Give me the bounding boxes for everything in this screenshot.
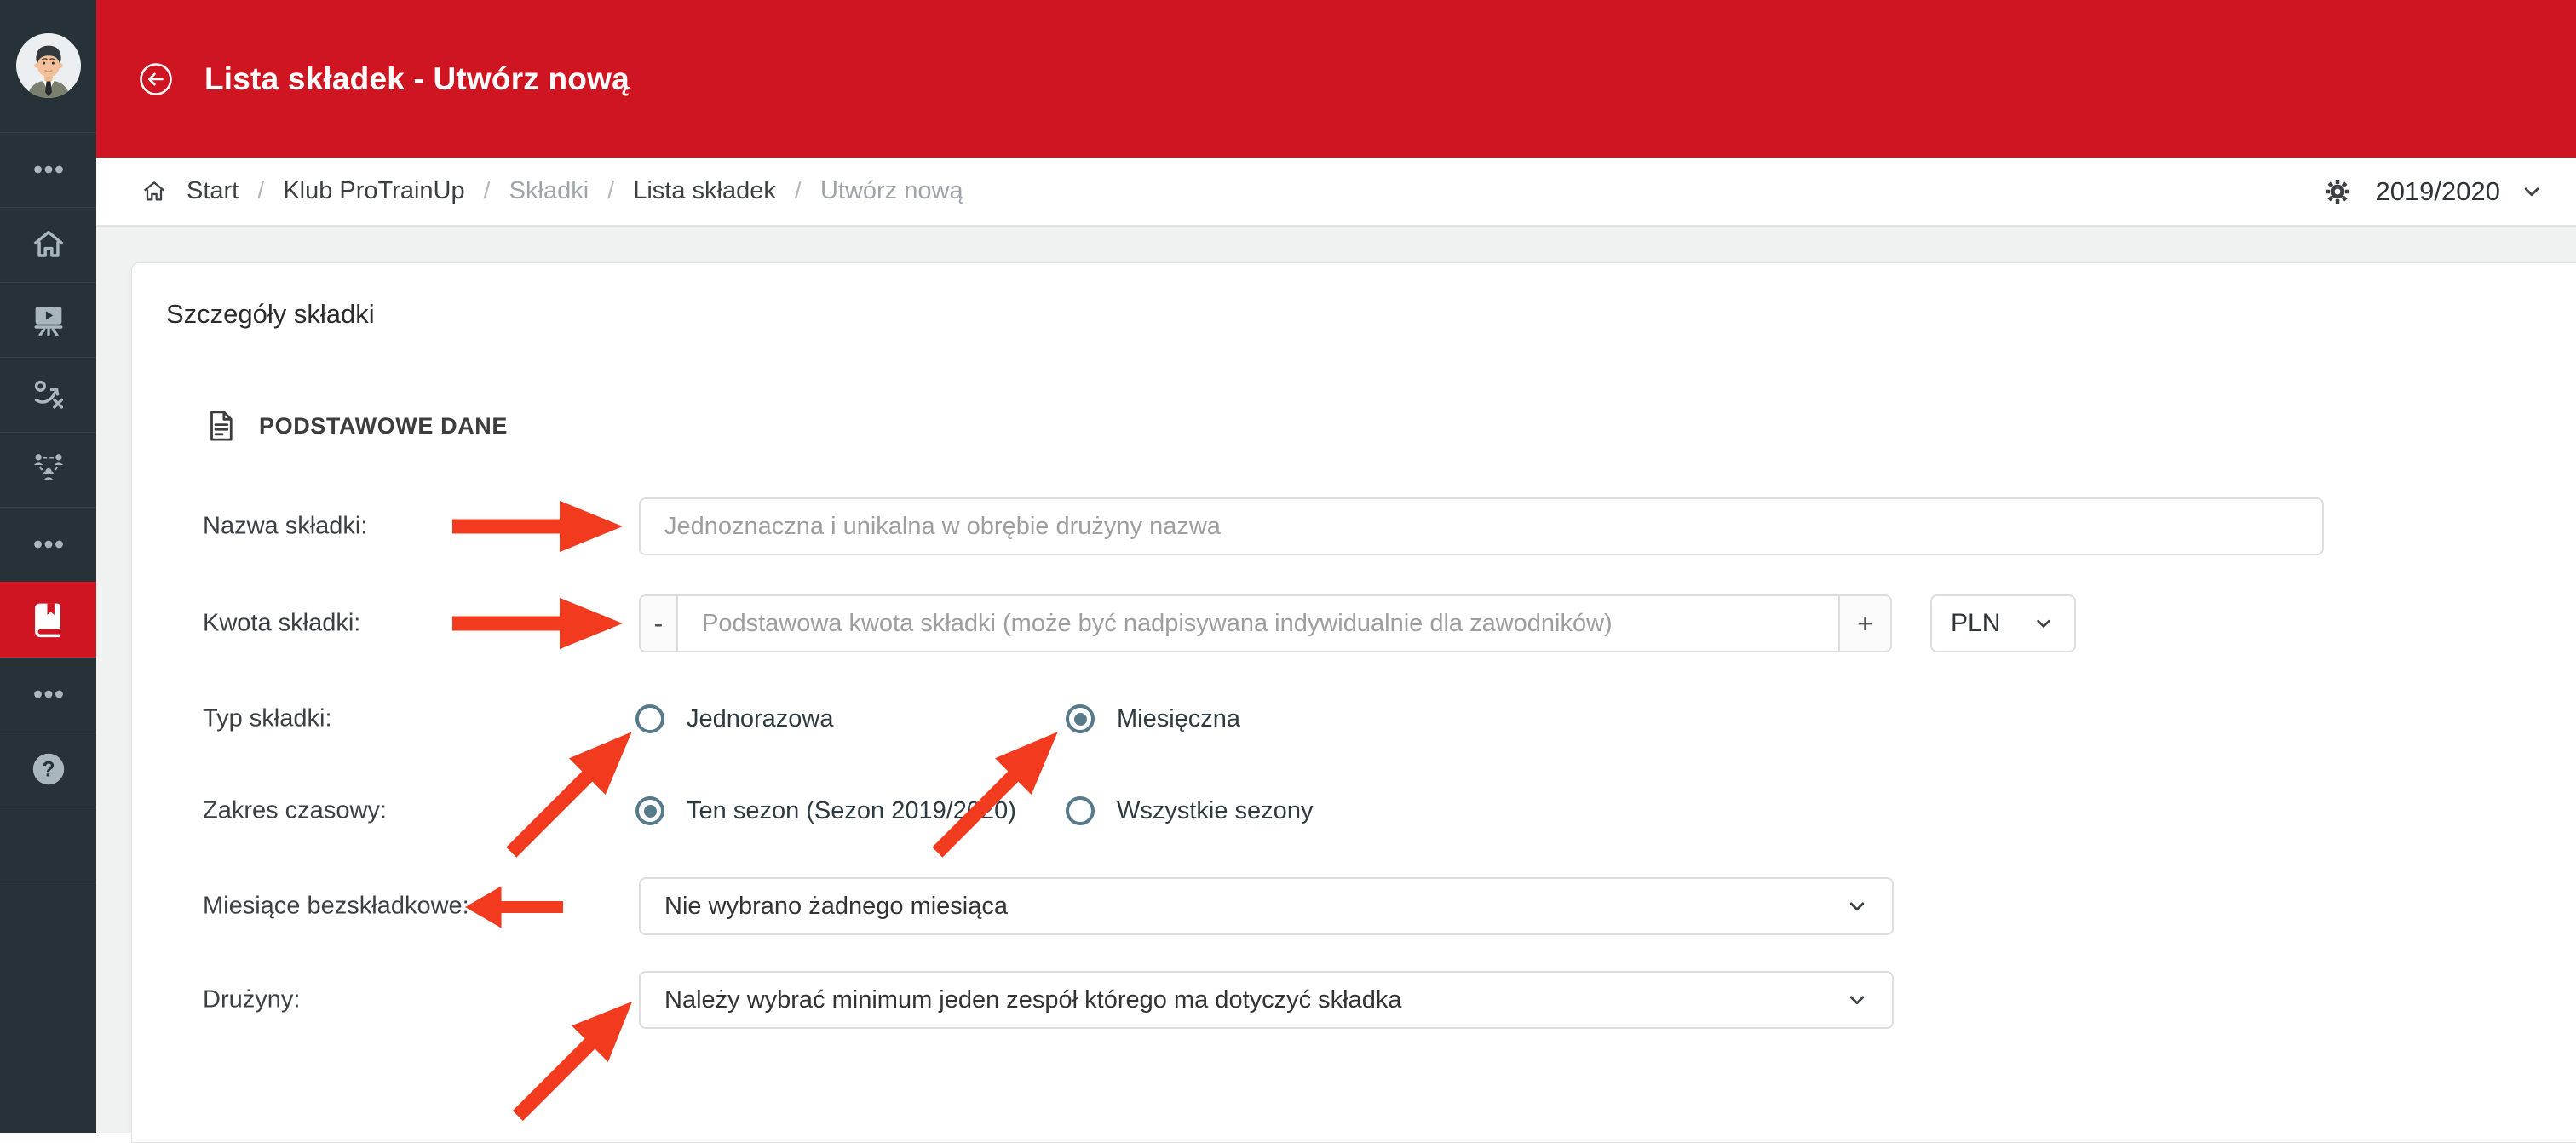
radio-option-ten-sezon[interactable]: Ten sezon (Sezon 2019/2020) <box>635 796 1016 825</box>
radio-circle[interactable] <box>1066 796 1095 825</box>
chevron-down-icon <box>2519 179 2544 204</box>
chevron-down-icon <box>2032 612 2056 635</box>
fee-amount-input[interactable] <box>676 594 1840 652</box>
teams-select[interactable]: Należy wybrać minimum jeden zespół które… <box>639 971 1894 1029</box>
radio-circle[interactable] <box>635 704 664 733</box>
home-breadcrumb-icon[interactable] <box>141 178 168 205</box>
season-value: 2019/2020 <box>2375 175 2500 206</box>
time-range-label: Zakres czasowy: <box>203 796 387 824</box>
sidebar-item-team[interactable] <box>0 432 96 508</box>
sidebar-item-fees-active[interactable] <box>0 582 96 658</box>
sidebar-item-more[interactable] <box>0 132 96 208</box>
breadcrumb-item[interactable]: Lista składek <box>633 177 776 205</box>
amount-increment-button[interactable]: + <box>1838 594 1892 652</box>
svg-text:?: ? <box>42 757 55 781</box>
row-free-months: Miesiące bezskładkowe: Nie wybrano żadne… <box>132 877 2576 935</box>
help-icon: ? <box>29 750 68 789</box>
row-fee-amount: Kwota składki: - + PLN <box>132 594 2576 652</box>
fee-type-label: Typ składki: <box>203 704 332 732</box>
row-teams: Drużyny: Należy wybrać minimum jeden zes… <box>132 971 2576 1029</box>
card-title: Szczegóły składki <box>166 299 375 329</box>
breadcrumb-item: Składki <box>509 177 589 204</box>
gear-icon[interactable] <box>2322 176 2353 207</box>
radio-circle[interactable] <box>1066 704 1095 733</box>
more-dots-icon <box>29 525 68 564</box>
sidebar-item-trainings[interactable] <box>0 282 96 358</box>
breadcrumb-separator: / <box>794 177 802 204</box>
page-title: Lista składek - Utwórz nową <box>204 60 630 96</box>
team-icon <box>29 450 68 489</box>
radio-option-jednorazowa[interactable]: Jednorazowa <box>635 704 834 733</box>
more-dots-icon <box>29 675 68 714</box>
breadcrumb-item: Utwórz nową <box>819 177 963 204</box>
home-icon <box>29 225 68 264</box>
sidebar: ? <box>0 0 96 1133</box>
sidebar-item-profile[interactable] <box>0 0 96 133</box>
season-selector[interactable]: 2019/2020 <box>2322 176 2544 207</box>
breadcrumb-item[interactable]: Start <box>187 177 239 205</box>
page-background: Szczegóły składki PODSTAWOWE DANE Nazwa … <box>96 227 2576 1143</box>
breadcrumb-separator: / <box>607 177 615 204</box>
sidebar-item-more[interactable] <box>0 507 96 583</box>
app-header: Lista składek - Utwórz nową <box>96 0 2576 158</box>
fee-amount-label: Kwota składki: <box>203 609 361 637</box>
currency-value: PLN <box>1951 609 2001 637</box>
radio-label: Wszystkie sezony <box>1117 796 1314 824</box>
book-icon <box>29 600 68 639</box>
section-title: PODSTAWOWE DANE <box>259 412 508 439</box>
breadcrumb-separator: / <box>257 177 265 204</box>
document-icon <box>203 408 239 444</box>
chevron-down-icon <box>1844 987 1870 1013</box>
radio-label: Ten sezon (Sezon 2019/2020) <box>687 796 1016 824</box>
radio-option-miesieczna[interactable]: Miesięczna <box>1066 704 1240 733</box>
free-months-select[interactable]: Nie wybrano żadnego miesiąca <box>639 877 1894 935</box>
row-fee-name: Nazwa składki: <box>132 497 2576 555</box>
radio-circle[interactable] <box>635 796 664 825</box>
circle-arrow-left-icon <box>137 60 175 98</box>
sidebar-item-home[interactable] <box>0 207 96 283</box>
breadcrumb-separator: / <box>483 177 491 204</box>
breadcrumb-bar: Start / Klub ProTrainUp / Składki / List… <box>96 158 2576 227</box>
teams-value: Należy wybrać minimum jeden zespół które… <box>664 985 1402 1014</box>
chevron-down-icon <box>1844 893 1870 919</box>
teams-label: Drużyny: <box>203 985 301 1014</box>
fee-name-input[interactable] <box>639 497 2324 555</box>
back-button[interactable] <box>137 60 175 98</box>
free-months-value: Nie wybrano żadnego miesiąca <box>664 892 1008 920</box>
currency-select[interactable]: PLN <box>1930 594 2076 652</box>
more-dots-icon <box>29 150 68 189</box>
sidebar-item-more[interactable] <box>0 657 96 732</box>
breadcrumb-item[interactable]: Klub ProTrainUp <box>283 177 464 205</box>
free-months-label: Miesiące bezskładkowe: <box>203 892 469 920</box>
radio-option-wszystkie-sezony[interactable]: Wszystkie sezony <box>1066 796 1313 825</box>
presentation-icon <box>29 300 68 339</box>
fee-name-label: Nazwa składki: <box>203 512 368 540</box>
sidebar-item-help[interactable]: ? <box>0 732 96 807</box>
amount-decrement-button[interactable]: - <box>639 594 678 652</box>
user-avatar[interactable] <box>15 32 82 99</box>
tactics-icon <box>29 375 68 414</box>
radio-label: Miesięczna <box>1117 704 1241 732</box>
fee-details-card: Szczegóły składki PODSTAWOWE DANE Nazwa … <box>131 262 2576 1143</box>
radio-label: Jednorazowa <box>687 704 834 732</box>
sidebar-spacer <box>0 807 96 882</box>
sidebar-item-tactics[interactable] <box>0 357 96 433</box>
section-basic-data: PODSTAWOWE DANE <box>203 408 508 444</box>
row-fee-type: Typ składki: Jednorazowa Miesięczna <box>132 690 2576 748</box>
row-time-range: Zakres czasowy: Ten sezon (Sezon 2019/20… <box>132 782 2576 840</box>
